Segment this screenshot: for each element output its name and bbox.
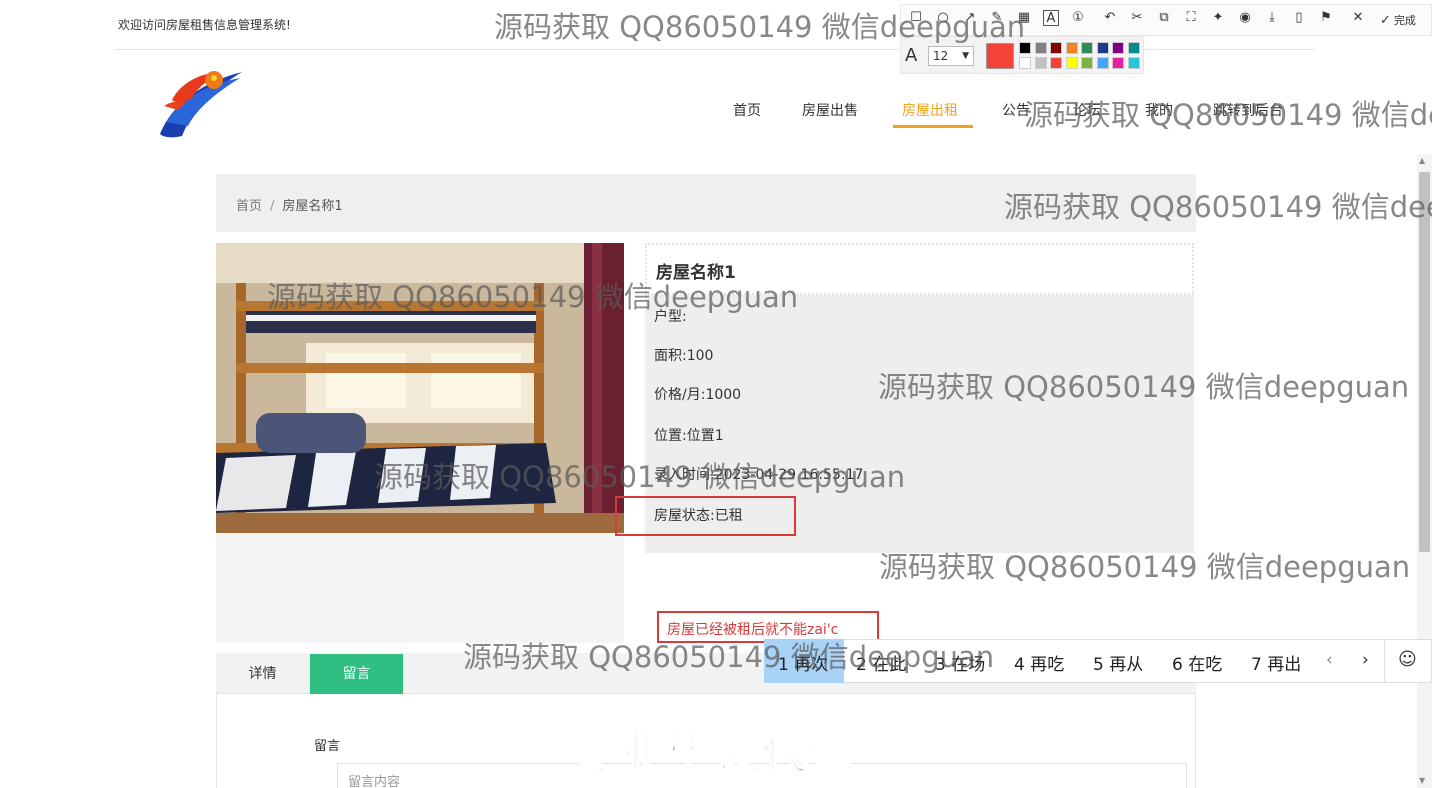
site-logo[interactable] (152, 64, 248, 140)
time-label: 录入时间: (654, 467, 715, 483)
color-swatch[interactable] (1096, 42, 1109, 54)
house-photo[interactable] (216, 243, 624, 533)
color-swatch[interactable] (1081, 57, 1093, 69)
mosaic-icon[interactable]: ▦ (1016, 10, 1032, 26)
breadcrumb-bar (216, 174, 1196, 232)
font-size-select[interactable]: 12 ▼ (928, 46, 974, 66)
info-location: 位置:位置1 (654, 425, 724, 445)
color-swatch[interactable] (1034, 42, 1047, 54)
nav-house-rent[interactable]: 房屋出租 (902, 100, 958, 120)
color-swatch[interactable] (1081, 42, 1093, 54)
breadcrumb-separator: / (270, 199, 275, 214)
emoji-icon[interactable]: ☺ (1398, 649, 1417, 670)
phone-icon[interactable]: ▯ (1291, 10, 1307, 26)
tab-details[interactable]: 详情 (216, 654, 309, 694)
color-swatch[interactable] (1096, 57, 1109, 69)
color-swatch[interactable] (1127, 57, 1140, 69)
record-icon[interactable]: ◉ (1237, 10, 1253, 26)
done-button[interactable]: ✓ 完成 (1380, 12, 1416, 28)
tab-message[interactable]: 留言 (310, 654, 403, 694)
page: 欢迎访问房屋租售信息管理系统! 首页 房屋出售 房屋出租 公告 论坛 我的 跳转… (0, 0, 1432, 788)
ellipse-icon[interactable]: ○ (935, 10, 951, 26)
message-label: 留言 (314, 739, 341, 754)
area-value: 100 (686, 348, 714, 364)
info-type: 户型: (654, 306, 687, 326)
rectangle-icon[interactable]: ☐ (908, 10, 924, 26)
ime-candidate[interactable]: 5 再从 (1093, 650, 1143, 675)
check-icon: ✓ (1380, 13, 1391, 28)
color-swatch[interactable] (1050, 42, 1062, 54)
nav-house-sale[interactable]: 房屋出售 (802, 100, 858, 120)
info-area: 面积:100 (654, 345, 713, 365)
pin-icon[interactable]: ✦ (1210, 10, 1226, 26)
color-swatch[interactable] (1034, 57, 1047, 69)
nav-notice[interactable]: 公告 (1002, 100, 1030, 120)
ime-candidate[interactable]: 6 在吃 (1172, 650, 1222, 675)
font-icon: A (905, 45, 918, 66)
number-icon[interactable]: ① (1070, 10, 1086, 26)
bookmark-icon[interactable]: ⚑ (1318, 10, 1334, 26)
price-value: 1000 (705, 387, 742, 403)
scrollbar-thumb[interactable] (1419, 172, 1430, 552)
color-swatch[interactable] (1112, 57, 1124, 69)
ocr-icon[interactable]: ⛶ (1183, 10, 1199, 26)
color-swatch[interactable] (1019, 42, 1031, 54)
nav-home[interactable]: 首页 (733, 100, 761, 120)
color-swatch[interactable] (1065, 57, 1078, 69)
time-value: 2023-04-29 16:55:17 (714, 467, 864, 483)
breadcrumb-current: 房屋名称1 (282, 199, 343, 214)
ime-candidate[interactable]: 2 在此 (856, 650, 906, 675)
download-icon[interactable]: ⤓ (1264, 10, 1280, 26)
color-swatch[interactable] (1112, 42, 1124, 54)
ime-candidate[interactable]: 4 再吃 (1014, 650, 1064, 675)
watermark-banner: 专业毕设代做 (569, 724, 858, 780)
nav-forum[interactable]: 论坛 (1073, 100, 1101, 120)
house-title: 房屋名称1 (656, 263, 736, 283)
ime-candidate[interactable]: 7 再出 (1251, 650, 1301, 675)
location-label: 位置: (654, 428, 687, 444)
nav-admin[interactable]: 跳转到后台 (1213, 100, 1283, 120)
arrow-icon[interactable]: ↗ (962, 10, 978, 26)
type-label: 户型: (654, 309, 687, 325)
nav-mine[interactable]: 我的 (1145, 100, 1173, 120)
status-highlight-box (615, 496, 796, 536)
pen-icon[interactable]: ✎ (989, 10, 1005, 26)
ime-divider (1384, 639, 1385, 683)
done-label: 完成 (1393, 14, 1416, 27)
close-icon[interactable]: ✕ (1350, 10, 1366, 26)
color-swatch[interactable] (1127, 42, 1140, 54)
color-swatch[interactable] (1065, 42, 1078, 54)
scroll-down-arrow-icon[interactable]: ▼ (1419, 776, 1425, 785)
scroll-up-arrow-icon[interactable]: ▲ (1419, 156, 1425, 165)
welcome-text: 欢迎访问房屋租售信息管理系统! (118, 18, 291, 32)
text-icon[interactable]: A (1043, 10, 1059, 26)
info-price: 价格/月:1000 (654, 384, 741, 404)
color-swatch[interactable] (1050, 57, 1062, 69)
breadcrumb: 首页 / 房屋名称1 (236, 195, 343, 214)
cut-icon[interactable]: ✂ (1129, 10, 1145, 26)
ime-prev-icon[interactable]: ‹ (1326, 650, 1333, 670)
ime-next-icon[interactable]: › (1362, 650, 1369, 670)
translate-icon[interactable]: ⧉ (1156, 10, 1172, 26)
ime-candidate[interactable]: 3 在场 (935, 650, 985, 675)
current-color-swatch[interactable] (986, 43, 1014, 69)
location-value: 位置1 (686, 428, 724, 444)
info-time: 录入时间:2023-04-29 16:55:17 (654, 464, 863, 484)
color-swatch[interactable] (1019, 57, 1031, 69)
chevron-down-icon: ▼ (962, 51, 969, 61)
ime-candidate[interactable]: 1 再次 (778, 650, 828, 675)
nav-active-indicator (893, 125, 973, 128)
undo-icon[interactable]: ↶ (1102, 10, 1118, 26)
area-label: 面积: (654, 348, 687, 364)
price-label: 价格/月: (654, 387, 706, 403)
breadcrumb-home[interactable]: 首页 (236, 199, 262, 214)
font-size-value: 12 (933, 49, 949, 63)
